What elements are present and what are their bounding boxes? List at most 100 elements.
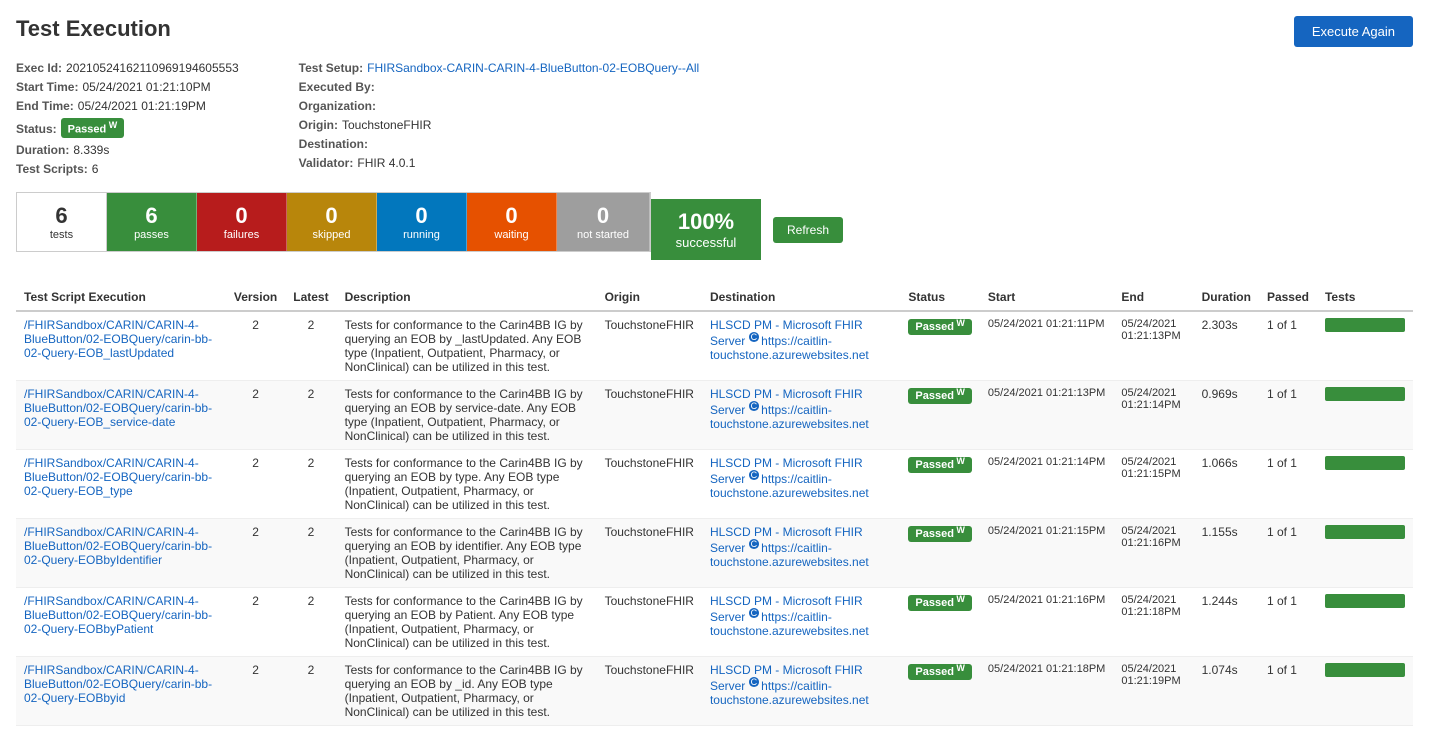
end-time-value: 05/24/2021 01:21:19PM xyxy=(78,99,206,113)
tests-cell xyxy=(1317,380,1413,449)
table-row: /FHIRSandbox/CARIN/CARIN-4-BlueButton/02… xyxy=(16,518,1413,587)
origin-cell: TouchstoneFHIR xyxy=(597,449,702,518)
summary-passes: 6 passes xyxy=(107,193,197,251)
version-cell: 2 xyxy=(226,587,285,656)
version-cell: 2 xyxy=(226,311,285,381)
origin-cell: TouchstoneFHIR xyxy=(597,587,702,656)
progress-bar xyxy=(1325,456,1405,470)
version-cell: 2 xyxy=(226,656,285,725)
summary-not-started: 0 not started xyxy=(557,193,650,251)
progress-bar xyxy=(1325,387,1405,401)
col-version: Version xyxy=(226,284,285,311)
status-badge: Passed xyxy=(908,595,972,611)
script-link[interactable]: /FHIRSandbox/CARIN/CARIN-4-BlueButton/02… xyxy=(24,318,218,360)
script-link[interactable]: /FHIRSandbox/CARIN/CARIN-4-BlueButton/02… xyxy=(24,594,218,636)
table-header: Test Script Execution Version Latest Des… xyxy=(16,284,1413,311)
status-cell: Passed xyxy=(900,656,980,725)
duration-value: 8.339s xyxy=(73,143,109,157)
end-cell: 05/24/2021 01:21:13PM xyxy=(1113,311,1193,381)
start-cell: 05/24/2021 01:21:15PM xyxy=(980,518,1113,587)
end-cell: 05/24/2021 01:21:14PM xyxy=(1113,380,1193,449)
description-cell: Tests for conformance to the Carin4BB IG… xyxy=(337,311,597,381)
status-cell: Passed xyxy=(900,380,980,449)
start-cell: 05/24/2021 01:21:14PM xyxy=(980,449,1113,518)
status-badge: Passed xyxy=(61,118,125,138)
validator-value: FHIR 4.0.1 xyxy=(357,156,415,170)
version-cell: 2 xyxy=(226,449,285,518)
exec-id-value: 20210524162110969194605553 xyxy=(66,61,239,75)
test-execution-table: Test Script Execution Version Latest Des… xyxy=(16,284,1413,726)
description-cell: Tests for conformance to the Carin4BB IG… xyxy=(337,449,597,518)
latest-cell: 2 xyxy=(285,518,336,587)
script-link[interactable]: /FHIRSandbox/CARIN/CARIN-4-BlueButton/02… xyxy=(24,663,218,705)
script-link[interactable]: /FHIRSandbox/CARIN/CARIN-4-BlueButton/02… xyxy=(24,525,218,567)
passed-cell: 1 of 1 xyxy=(1259,380,1317,449)
duration-cell: 1.155s xyxy=(1194,518,1259,587)
tests-cell xyxy=(1317,656,1413,725)
start-time-label: Start Time: xyxy=(16,80,78,94)
destination-label: Destination: xyxy=(299,137,368,151)
execute-again-button[interactable]: Execute Again xyxy=(1294,16,1413,47)
summary-tests: 6 tests xyxy=(17,193,107,251)
passed-cell: 1 of 1 xyxy=(1259,587,1317,656)
duration-cell: 1.074s xyxy=(1194,656,1259,725)
status-cell: Passed xyxy=(900,311,980,381)
latest-cell: 2 xyxy=(285,380,336,449)
table-row: /FHIRSandbox/CARIN/CARIN-4-BlueButton/02… xyxy=(16,587,1413,656)
end-cell: 05/24/2021 01:21:19PM xyxy=(1113,656,1193,725)
status-cell: Passed xyxy=(900,587,980,656)
progress-bar xyxy=(1325,318,1405,332)
validator-label: Validator: xyxy=(299,156,354,170)
page-title: Test Execution xyxy=(16,16,171,42)
script-link[interactable]: /FHIRSandbox/CARIN/CARIN-4-BlueButton/02… xyxy=(24,456,218,498)
destination-cell: HLSCD PM - Microsoft FHIR Server Chttps:… xyxy=(702,656,900,725)
summary-pct: 100% successful xyxy=(651,199,761,260)
summary-running: 0 running xyxy=(377,193,467,251)
status-cell: Passed xyxy=(900,518,980,587)
organization-label: Organization: xyxy=(299,99,376,113)
origin-cell: TouchstoneFHIR xyxy=(597,656,702,725)
latest-cell: 2 xyxy=(285,656,336,725)
test-setup-link[interactable]: FHIRSandbox-CARIN-CARIN-4-BlueButton-02-… xyxy=(367,61,699,75)
progress-bar xyxy=(1325,663,1405,677)
refresh-button[interactable]: Refresh xyxy=(773,217,843,243)
origin-value: TouchstoneFHIR xyxy=(342,118,431,132)
latest-cell: 2 xyxy=(285,311,336,381)
test-scripts-value: 6 xyxy=(92,162,99,176)
end-time-label: End Time: xyxy=(16,99,74,113)
script-link[interactable]: /FHIRSandbox/CARIN/CARIN-4-BlueButton/02… xyxy=(24,387,218,429)
origin-cell: TouchstoneFHIR xyxy=(597,311,702,381)
duration-cell: 0.969s xyxy=(1194,380,1259,449)
start-cell: 05/24/2021 01:21:13PM xyxy=(980,380,1113,449)
destination-cell: HLSCD PM - Microsoft FHIR Server Chttps:… xyxy=(702,518,900,587)
table-row: /FHIRSandbox/CARIN/CARIN-4-BlueButton/02… xyxy=(16,656,1413,725)
col-script: Test Script Execution xyxy=(16,284,226,311)
test-scripts-label: Test Scripts: xyxy=(16,162,88,176)
start-cell: 05/24/2021 01:21:16PM xyxy=(980,587,1113,656)
col-destination: Destination xyxy=(702,284,900,311)
destination-cell: HLSCD PM - Microsoft FHIR Server Chttps:… xyxy=(702,311,900,381)
end-cell: 05/24/2021 01:21:15PM xyxy=(1113,449,1193,518)
passed-cell: 1 of 1 xyxy=(1259,518,1317,587)
exec-id-label: Exec Id: xyxy=(16,61,62,75)
passed-cell: 1 of 1 xyxy=(1259,449,1317,518)
col-origin: Origin xyxy=(597,284,702,311)
destination-cell: HLSCD PM - Microsoft FHIR Server Chttps:… xyxy=(702,587,900,656)
end-cell: 05/24/2021 01:21:16PM xyxy=(1113,518,1193,587)
description-cell: Tests for conformance to the Carin4BB IG… xyxy=(337,518,597,587)
start-time-value: 05/24/2021 01:21:10PM xyxy=(82,80,210,94)
executed-by-label: Executed By: xyxy=(299,80,375,94)
col-duration: Duration xyxy=(1194,284,1259,311)
duration-cell: 2.303s xyxy=(1194,311,1259,381)
summary-bar: 6 tests 6 passes 0 failures 0 skipped 0 … xyxy=(16,192,651,252)
summary-waiting: 0 waiting xyxy=(467,193,557,251)
destination-cell: HLSCD PM - Microsoft FHIR Server Chttps:… xyxy=(702,380,900,449)
duration-label: Duration: xyxy=(16,143,69,157)
table-row: /FHIRSandbox/CARIN/CARIN-4-BlueButton/02… xyxy=(16,311,1413,381)
status-badge: Passed xyxy=(908,388,972,404)
start-cell: 05/24/2021 01:21:18PM xyxy=(980,656,1113,725)
col-tests: Tests xyxy=(1317,284,1413,311)
origin-cell: TouchstoneFHIR xyxy=(597,380,702,449)
latest-cell: 2 xyxy=(285,587,336,656)
tests-cell xyxy=(1317,587,1413,656)
